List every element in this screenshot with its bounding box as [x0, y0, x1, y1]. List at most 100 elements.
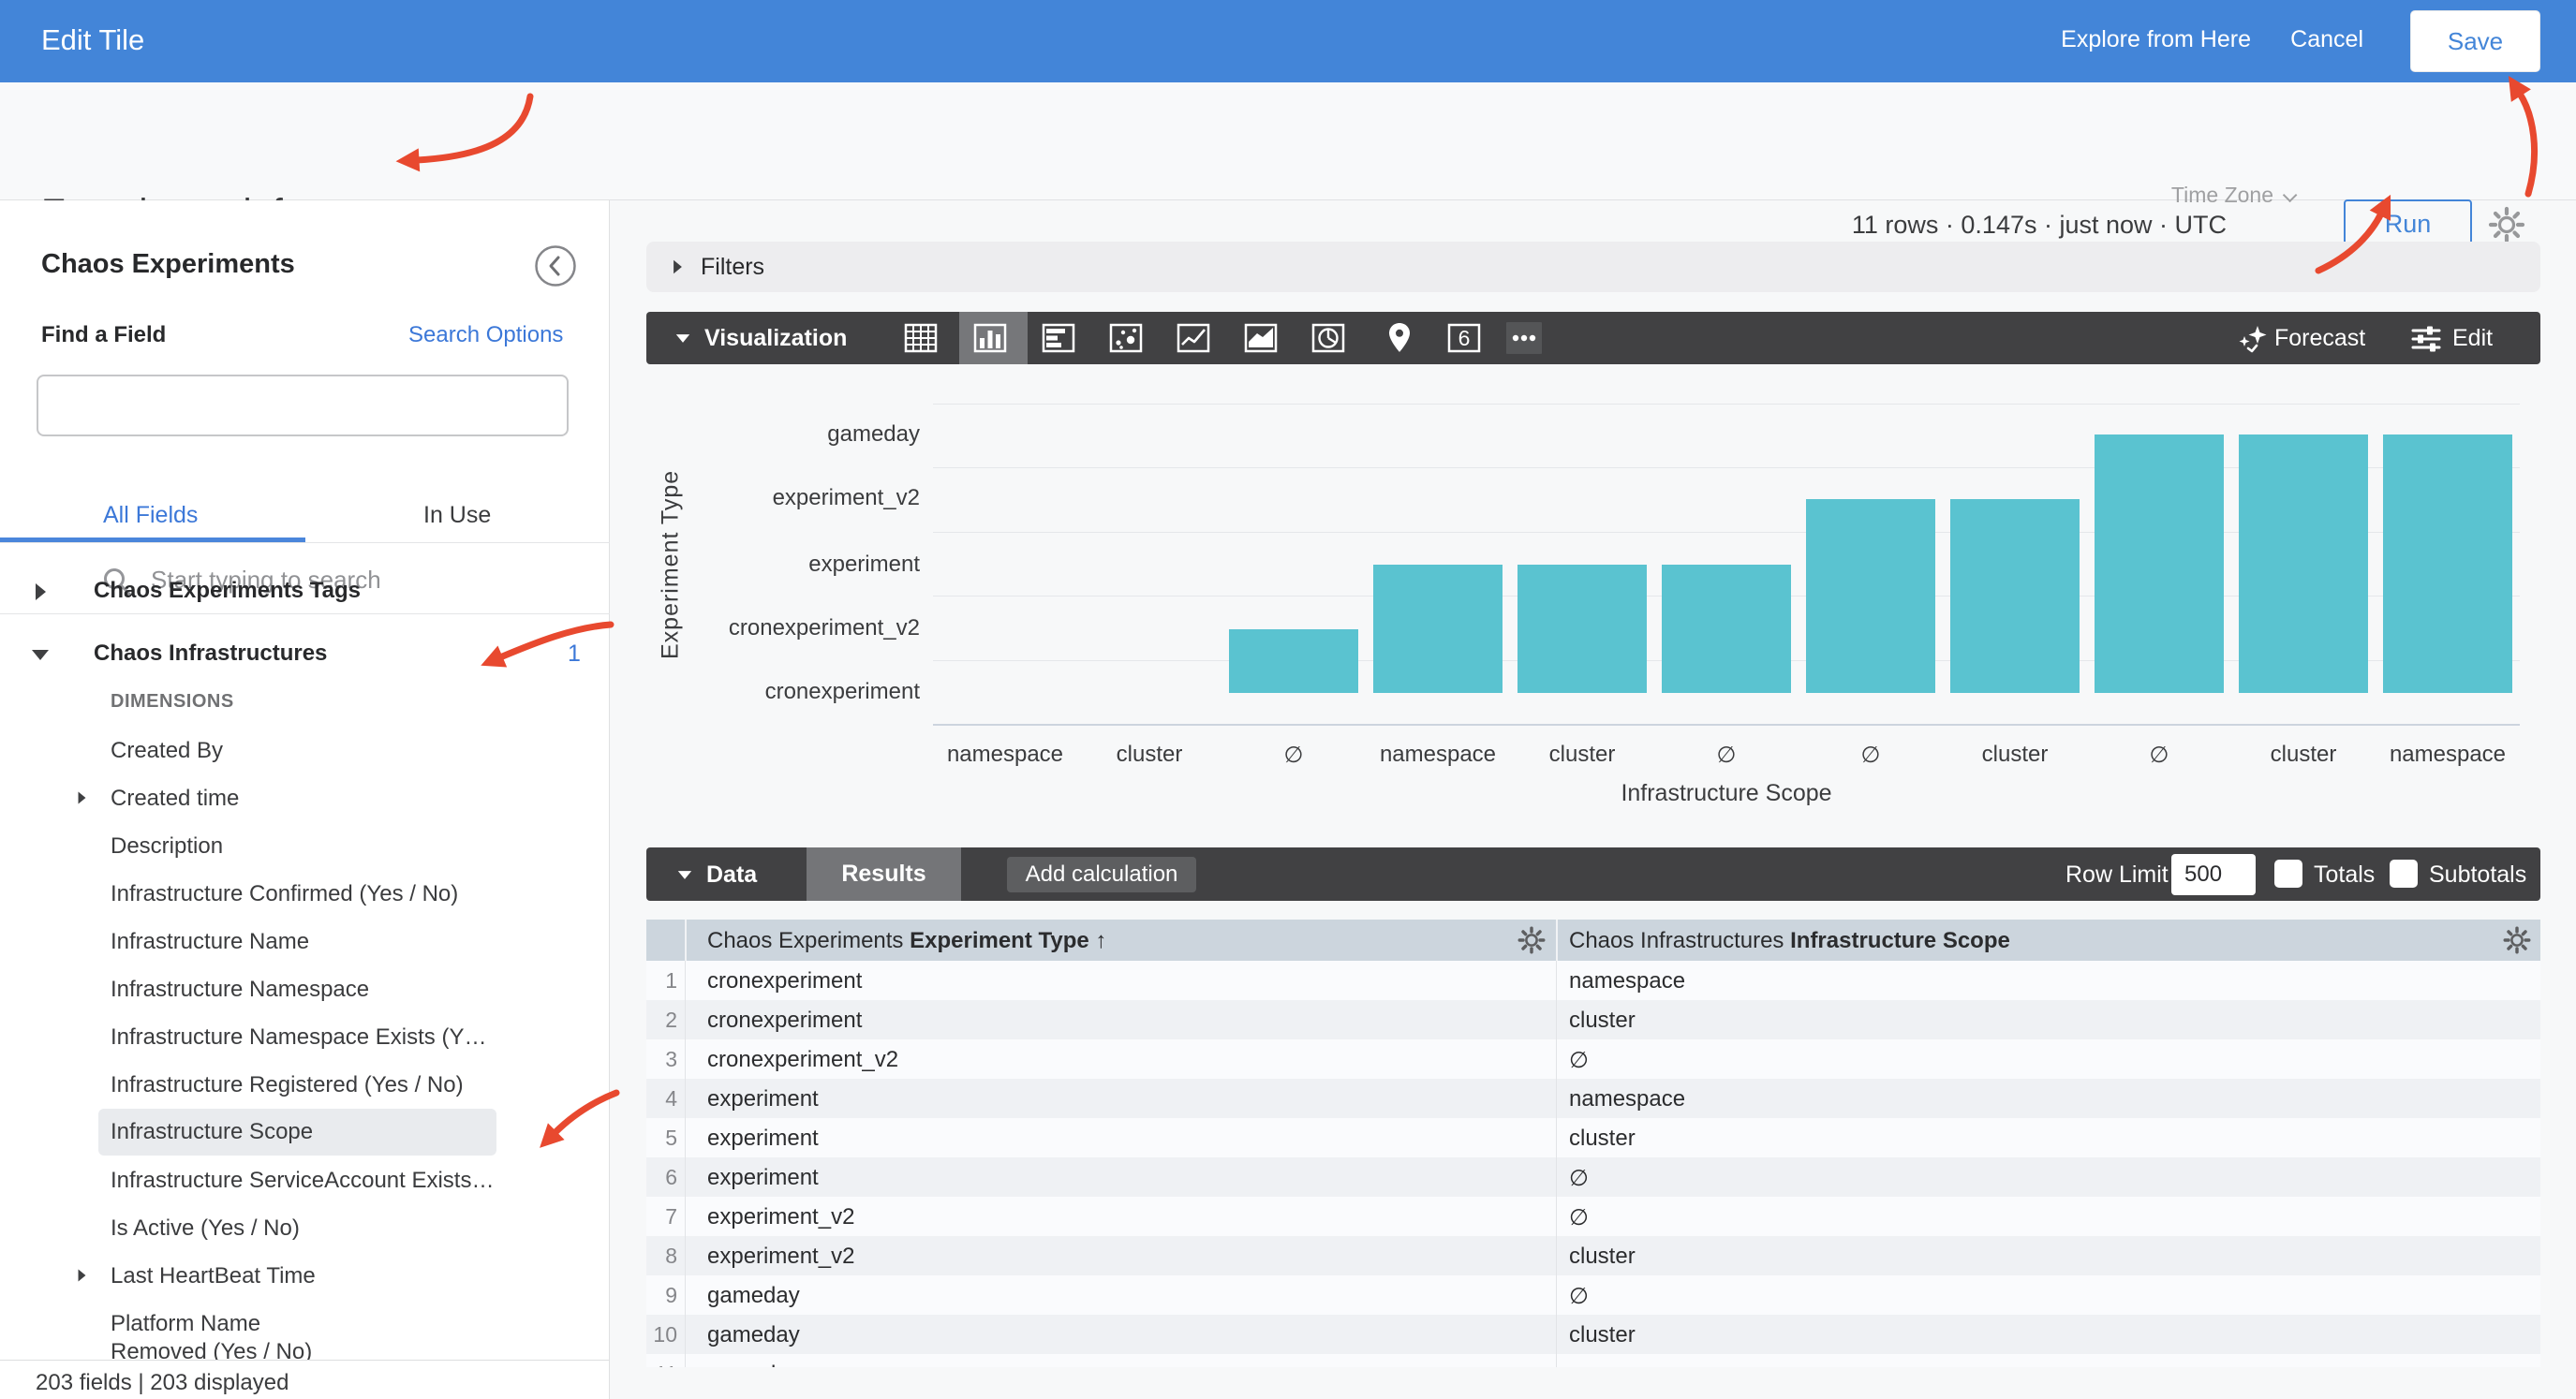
bar-cronexperiment-v2-[interactable]	[1229, 629, 1358, 693]
x-tick-label: namespace	[933, 742, 1077, 768]
viz-type-area-chart-icon[interactable]	[1243, 320, 1284, 358]
x-tick-label: cluster	[2231, 742, 2376, 768]
divider	[1556, 961, 1557, 1367]
table-row[interactable]: 10gamedaycluster	[646, 1315, 2540, 1354]
bar-experiment-namespace[interactable]	[1373, 565, 1503, 693]
cell-experiment-type[interactable]: experiment	[707, 1126, 819, 1152]
viz-type-single-value-icon[interactable]: 6	[1446, 320, 1488, 358]
cancel-button[interactable]: Cancel	[2290, 26, 2363, 53]
y-tick-label: cronexperiment	[646, 679, 920, 705]
viz-type-line-chart-icon[interactable]	[1176, 320, 1217, 358]
field-list: DIMENSIONS Created By Created time Descript…	[0, 200, 610, 1399]
bar-experiment-[interactable]	[1662, 565, 1791, 693]
row-number: 1	[646, 968, 677, 994]
sidebar-field-platform-name[interactable]: Platform Name	[111, 1311, 260, 1337]
cell-infrastructure-scope[interactable]: namespace	[1569, 1362, 1685, 1367]
cell-infrastructure-scope[interactable]: ∅	[1569, 1204, 1589, 1231]
sidebar-field-infrastructure-registered-yes-no[interactable]: Infrastructure Registered (Yes / No)	[111, 1072, 464, 1098]
table-row[interactable]: 7experiment_v2∅	[646, 1197, 2540, 1236]
table-row[interactable]: 5experimentcluster	[646, 1118, 2540, 1157]
sidebar-field-created-by[interactable]: Created By	[111, 738, 223, 764]
row-limit-input[interactable]	[2171, 854, 2256, 895]
cell-infrastructure-scope[interactable]: cluster	[1569, 1008, 1636, 1034]
sidebar-field-infrastructure-namespace-exists-y[interactable]: Infrastructure Namespace Exists (Y…	[111, 1024, 486, 1051]
cell-infrastructure-scope[interactable]: cluster	[1569, 1244, 1636, 1270]
edit-viz-button[interactable]: Edit	[2452, 325, 2493, 352]
totals-checkbox[interactable]	[2274, 860, 2302, 888]
cell-infrastructure-scope[interactable]: cluster	[1569, 1126, 1636, 1152]
sidebar-field-last-heartbeat-time[interactable]: Last HeartBeat Time	[111, 1263, 316, 1289]
add-calculation-button[interactable]: Add calculation	[1007, 857, 1196, 892]
sidebar-section-dimensions: DIMENSIONS	[111, 691, 234, 713]
table-row[interactable]: 1 cronexperiment namespace	[646, 961, 2540, 1000]
save-button[interactable]: Save	[2410, 10, 2540, 72]
table-row[interactable]: 3cronexperiment_v2∅	[646, 1039, 2540, 1079]
collapse-arrow-icon[interactable]	[676, 334, 689, 343]
time-zone-dropdown[interactable]: Time Zone	[2171, 183, 2293, 208]
viz-type-bar-chart-icon[interactable]	[1041, 320, 1082, 358]
filters-section-bar[interactable]: Filters	[646, 242, 2540, 292]
cell-experiment-type[interactable]: gameday	[707, 1322, 800, 1348]
settings-gear-icon[interactable]	[2488, 206, 2525, 243]
column-header-infrastructure-scope[interactable]: Chaos Infrastructures Infrastructure Sco…	[1569, 928, 2010, 954]
viz-type-column-chart-icon[interactable]	[972, 320, 1014, 358]
viz-type-map-icon[interactable]	[1382, 320, 1423, 358]
cell-infrastructure-scope[interactable]: ∅	[1569, 1047, 1589, 1074]
viz-type-scatter-plot-icon[interactable]	[1108, 320, 1149, 358]
filters-label: Filters	[701, 254, 764, 281]
cell-experiment-type[interactable]: experiment_v2	[707, 1244, 854, 1270]
subtotals-checkbox[interactable]	[2390, 860, 2418, 888]
row-number: 2	[646, 1008, 677, 1033]
table-row[interactable]: 9gameday∅	[646, 1275, 2540, 1315]
cell-infrastructure-scope[interactable]: namespace	[1569, 968, 1685, 994]
cell-experiment-type[interactable]: cronexperiment_v2	[707, 1047, 898, 1073]
viz-type-pie-chart-icon[interactable]	[1310, 320, 1352, 358]
column-gear-icon[interactable]	[2503, 926, 2531, 954]
cell-infrastructure-scope[interactable]: namespace	[1569, 1086, 1685, 1112]
bar-experiment-v2-[interactable]	[1806, 499, 1935, 693]
sidebar-field-infrastructure-scope[interactable]: Infrastructure Scope	[98, 1109, 496, 1156]
top-app-bar: Edit Tile Explore from Here Cancel Save	[0, 0, 2576, 82]
expand-arrow-icon[interactable]	[79, 1270, 86, 1282]
cell-infrastructure-scope[interactable]: cluster	[1569, 1322, 1636, 1348]
y-tick-label: cronexperiment_v2	[646, 615, 920, 641]
table-row[interactable]: 4experimentnamespace	[646, 1079, 2540, 1118]
sidebar-field-infrastructure-confirmed-yes-no[interactable]: Infrastructure Confirmed (Yes / No)	[111, 881, 458, 907]
forecast-button[interactable]: Forecast	[2274, 325, 2365, 352]
table-row[interactable]: 11gamedaynamespace	[646, 1354, 2540, 1367]
cell-experiment-type[interactable]: gameday	[707, 1362, 800, 1367]
column-gear-icon[interactable]	[1517, 926, 1546, 954]
cell-experiment-type[interactable]: experiment	[707, 1086, 819, 1112]
table-row[interactable]: 8experiment_v2cluster	[646, 1236, 2540, 1275]
sidebar-field-created-time[interactable]: Created time	[111, 786, 239, 812]
sidebar-field-description[interactable]: Description	[111, 833, 223, 860]
viz-type-more-options-icon[interactable]	[1506, 320, 1547, 358]
table-row[interactable]: 6experiment∅	[646, 1157, 2540, 1197]
sidebar-field-infrastructure-name[interactable]: Infrastructure Name	[111, 929, 309, 955]
sidebar-field-is-active-yes-no[interactable]: Is Active (Yes / No)	[111, 1215, 300, 1242]
field-label: Description	[111, 833, 223, 859]
bar-gameday-namespace[interactable]	[2383, 434, 2512, 693]
expand-arrow-icon[interactable]	[674, 260, 682, 273]
column-header-experiment-type[interactable]: Chaos Experiments Experiment Type ↑	[707, 928, 1106, 954]
bar-gameday-cluster[interactable]	[2239, 434, 2368, 693]
bar-experiment-cluster[interactable]	[1517, 565, 1647, 693]
cell-experiment-type[interactable]: experiment_v2	[707, 1204, 854, 1230]
table-row[interactable]: 2 cronexperiment cluster	[646, 1000, 2540, 1039]
results-tab[interactable]: Results	[807, 847, 961, 901]
data-label: Data	[706, 861, 757, 889]
cell-experiment-type[interactable]: gameday	[707, 1283, 800, 1309]
bar-gameday-[interactable]	[2095, 434, 2224, 693]
cell-infrastructure-scope[interactable]: ∅	[1569, 1165, 1589, 1192]
sidebar-field-infrastructure-serviceaccount-exists[interactable]: Infrastructure ServiceAccount Exists…	[111, 1168, 494, 1194]
viz-type-table-chart-icon[interactable]	[903, 320, 944, 358]
expand-arrow-icon[interactable]	[79, 792, 86, 804]
collapse-arrow-icon[interactable]	[678, 871, 691, 879]
bar-experiment-v2-cluster[interactable]	[1950, 499, 2080, 693]
cell-infrastructure-scope[interactable]: ∅	[1569, 1283, 1589, 1310]
explore-from-here-button[interactable]: Explore from Here	[2061, 26, 2251, 53]
cell-experiment-type[interactable]: cronexperiment	[707, 1008, 862, 1034]
cell-experiment-type[interactable]: experiment	[707, 1165, 819, 1191]
sidebar-field-infrastructure-namespace[interactable]: Infrastructure Namespace	[111, 977, 369, 1003]
cell-experiment-type[interactable]: cronexperiment	[707, 968, 862, 994]
